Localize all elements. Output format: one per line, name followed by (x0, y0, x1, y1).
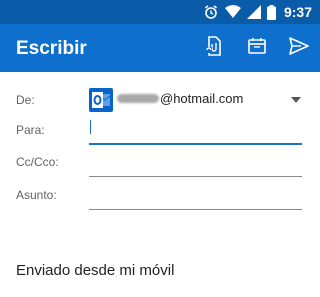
alarm-icon (203, 4, 219, 20)
attach-file-icon (205, 35, 223, 61)
status-bar: 9:37 (0, 0, 320, 24)
to-input[interactable] (89, 143, 302, 145)
from-account-text: @hotmail.com (160, 91, 244, 106)
attach-calendar-button[interactable] (245, 36, 269, 60)
cc-input[interactable] (89, 176, 302, 177)
chevron-down-icon[interactable] (291, 97, 301, 103)
status-time: 9:37 (283, 4, 312, 20)
app-bar: Escribir (0, 24, 320, 72)
subject-label: Asunto: (16, 188, 57, 202)
text-caret (90, 120, 91, 134)
send-icon (289, 36, 309, 60)
cc-label: Cc/Cco: (16, 155, 59, 169)
send-button[interactable] (287, 36, 311, 60)
redacted-username (117, 94, 159, 103)
battery-icon (266, 4, 276, 20)
page-title: Escribir (16, 38, 87, 59)
wifi-icon (224, 5, 241, 19)
from-label: De: (16, 93, 35, 107)
message-body[interactable]: Enviado desde mi móvil (16, 262, 174, 279)
outlook-icon (89, 88, 113, 112)
signal-icon (246, 5, 261, 19)
to-label: Para: (16, 123, 45, 137)
from-account-selector[interactable]: @hotmail.com (117, 91, 243, 106)
status-icons: 9:37 (203, 3, 312, 21)
attach-file-button[interactable] (202, 35, 226, 61)
attach-calendar-icon (247, 37, 267, 60)
subject-input[interactable] (89, 209, 302, 210)
